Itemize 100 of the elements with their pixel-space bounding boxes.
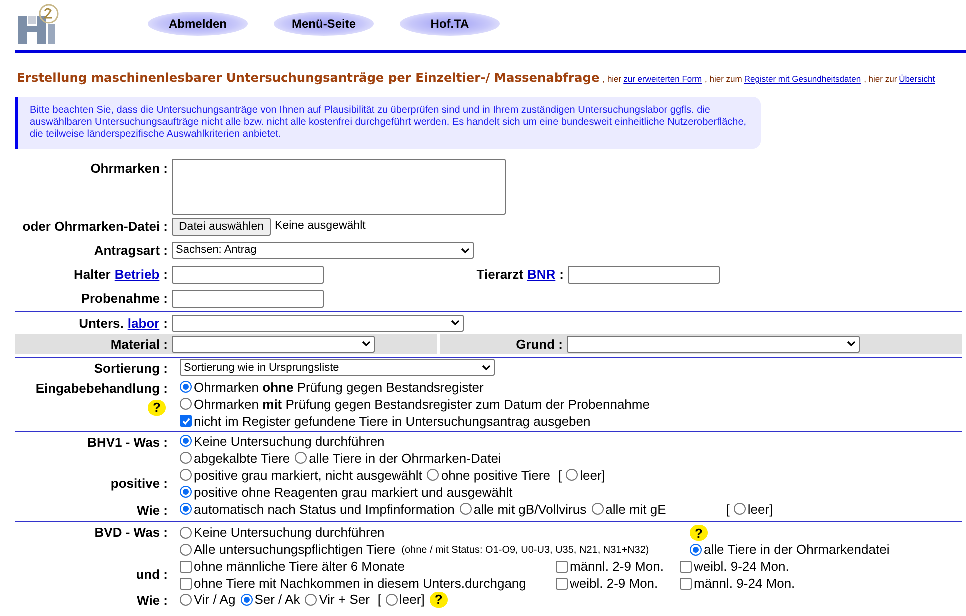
option-label: abgekalbte Tiere — [194, 450, 290, 468]
option-label: automatisch nach Status und Impfinformation — [194, 500, 455, 519]
option-label: ohne positive Tiere — [441, 466, 550, 485]
option-label: Vir + Ser — [319, 591, 370, 610]
option-label: weibl. 2-9 Mon. — [570, 575, 658, 594]
bracket-text: [ — [378, 591, 382, 610]
select-field[interactable]: Sortierung wie in Ursprungsliste — [180, 359, 495, 376]
option-label: alle Tiere in der Ohrmarkendatei — [704, 541, 890, 560]
title-link[interactable]: zur erweiterten Form — [624, 73, 702, 86]
option-label: Alle untersuchungspflichtigen Tiere — [194, 541, 396, 560]
option-label: Ohrmarken ohne Prüfung gegen Bestandsregister — [194, 378, 484, 397]
input-field[interactable] — [568, 266, 720, 284]
radio-button[interactable] — [180, 398, 192, 410]
radio-button[interactable] — [180, 486, 192, 498]
radio-button[interactable] — [180, 503, 192, 516]
field-label: Unters. — [79, 314, 124, 333]
radio-button[interactable] — [592, 503, 604, 516]
option-label: Ohrmarken mit Prüfung gegen Bestandsregister zum Datum der Probennahme — [194, 396, 650, 414]
radio-button[interactable] — [180, 594, 192, 606]
field-label: Eingabebehandlung : — [34, 380, 169, 398]
radio-button[interactable] — [295, 452, 308, 464]
checkbox[interactable] — [180, 578, 192, 590]
option-label: Vir / Ag — [194, 591, 236, 610]
link-prefix: , hier zum — [705, 73, 742, 86]
file-status: Keine ausgewählt — [275, 219, 366, 234]
option-label: männl. 2-9 Mon. — [570, 558, 664, 576]
select-field[interactable] — [567, 336, 860, 353]
field-label: Tierarzt — [476, 266, 524, 284]
field-link[interactable]: BNR — [527, 265, 556, 285]
file-button[interactable]: Datei auswählen — [172, 218, 272, 236]
nav-button[interactable]: Menü-Seite — [274, 12, 374, 36]
option-note: (ohne / mit Status: O1-O9, U0-U3, U35, N21, N31+N32) — [402, 544, 650, 558]
field-label: Ohrmarken : — [90, 160, 169, 178]
field-link[interactable]: labor — [128, 314, 160, 334]
chevron-down-icon — [451, 320, 460, 326]
radio-button[interactable] — [305, 594, 318, 606]
logo-icon — [16, 2, 60, 46]
bracket-text: [ — [726, 500, 730, 519]
colon-text: : — [560, 266, 564, 284]
option-label: ohne männliche Tiere älter 6 Monate — [194, 558, 406, 576]
field-label: Sortierung : — [93, 360, 169, 378]
radio-button[interactable] — [180, 381, 192, 394]
select-field[interactable] — [172, 314, 464, 332]
checkbox[interactable] — [180, 415, 192, 428]
radio-button[interactable] — [427, 469, 440, 482]
checkbox[interactable] — [680, 561, 692, 574]
radio-button[interactable] — [180, 527, 192, 540]
option-label: weibl. 9-24 Mon. — [694, 558, 790, 576]
ohrmarken-textarea[interactable] — [172, 159, 506, 216]
chevron-down-icon — [847, 341, 856, 348]
field-link[interactable]: Betrieb — [114, 265, 160, 285]
nav-button[interactable]: Abmelden — [148, 12, 248, 36]
field-label: Wie : — [136, 502, 169, 520]
option-label: Ser / Ak — [254, 591, 300, 610]
radio-button[interactable] — [180, 452, 192, 464]
help-badge[interactable]: ? — [148, 400, 166, 416]
nav-button[interactable]: Hof.TA — [400, 12, 500, 36]
colon-text: : — [164, 314, 168, 333]
chevron-down-icon — [362, 341, 371, 348]
select-field[interactable] — [172, 336, 375, 353]
checkbox[interactable] — [556, 561, 568, 574]
page-title: Erstellung maschinenlesbarer Untersuchungsanträge per Einzeltier-/ Massenabfrage — [17, 70, 600, 87]
bracket-text: [ — [558, 466, 562, 485]
radio-button[interactable] — [460, 503, 472, 516]
option-label: leer] — [580, 466, 606, 485]
field-label: positive : — [110, 475, 169, 494]
option-label: ohne Tiere mit Nachkommen in diesem Unters.durchgang — [194, 575, 526, 594]
notice-box: Bitte beachten Sie, dass die Untersuchungsanträge von Ihnen auf Plausibilität zu überprüfen sind und in Ihrem zuständigen Untersuchungslabor ggfls. die auswählbaren Untersuchungsaufträge nicht alle bzw. nicht alle kostenfrei durchgeführt werden. Es handelt sich um eine bundesweit einheitliche Nutzeroberfläche, die teilweise länderspezifische Auswahlkriterien anbietet. — [15, 97, 761, 150]
radio-button[interactable] — [690, 544, 702, 556]
option-label: alle Tiere in der Ohrmarken-Datei — [309, 450, 502, 468]
chevron-down-icon — [482, 364, 491, 371]
field-label: BHV1 - Was : — [86, 434, 169, 452]
option-label: leer] — [748, 500, 774, 519]
radio-button[interactable] — [566, 469, 578, 482]
option-label: alle mit gB/Vollvirus — [474, 500, 587, 519]
option-label: Keine Untersuchung durchführen — [194, 524, 385, 542]
help-badge[interactable]: ? — [690, 525, 708, 542]
checkbox[interactable] — [556, 578, 568, 590]
checkbox[interactable] — [180, 561, 192, 574]
input-field[interactable] — [172, 266, 324, 284]
title-link[interactable]: Übersicht — [899, 73, 936, 86]
input-field[interactable] — [172, 290, 324, 308]
field-label: Probenahme : — [80, 290, 169, 308]
checkbox[interactable] — [680, 578, 692, 590]
radio-button[interactable] — [386, 594, 398, 606]
field-label: und : — [135, 566, 169, 584]
option-label: Keine Untersuchung durchführen — [194, 432, 385, 451]
select-field[interactable]: Sachsen: Antrag — [172, 242, 474, 260]
title-link[interactable]: Register mit Gesundheitsdaten — [744, 73, 862, 86]
radio-button[interactable] — [180, 544, 192, 556]
radio-button[interactable] — [734, 503, 746, 516]
field-label: Wie : — [136, 592, 169, 610]
option-label: alle mit gE — [606, 500, 666, 519]
field-label: Material : — [110, 336, 169, 354]
radio-button[interactable] — [240, 594, 253, 606]
radio-button[interactable] — [180, 469, 192, 482]
help-badge[interactable]: ? — [430, 592, 448, 608]
field-label: Halter — [74, 266, 111, 284]
radio-button[interactable] — [180, 435, 192, 448]
field-label: oder Ohrmarken-Datei : — [22, 218, 169, 236]
